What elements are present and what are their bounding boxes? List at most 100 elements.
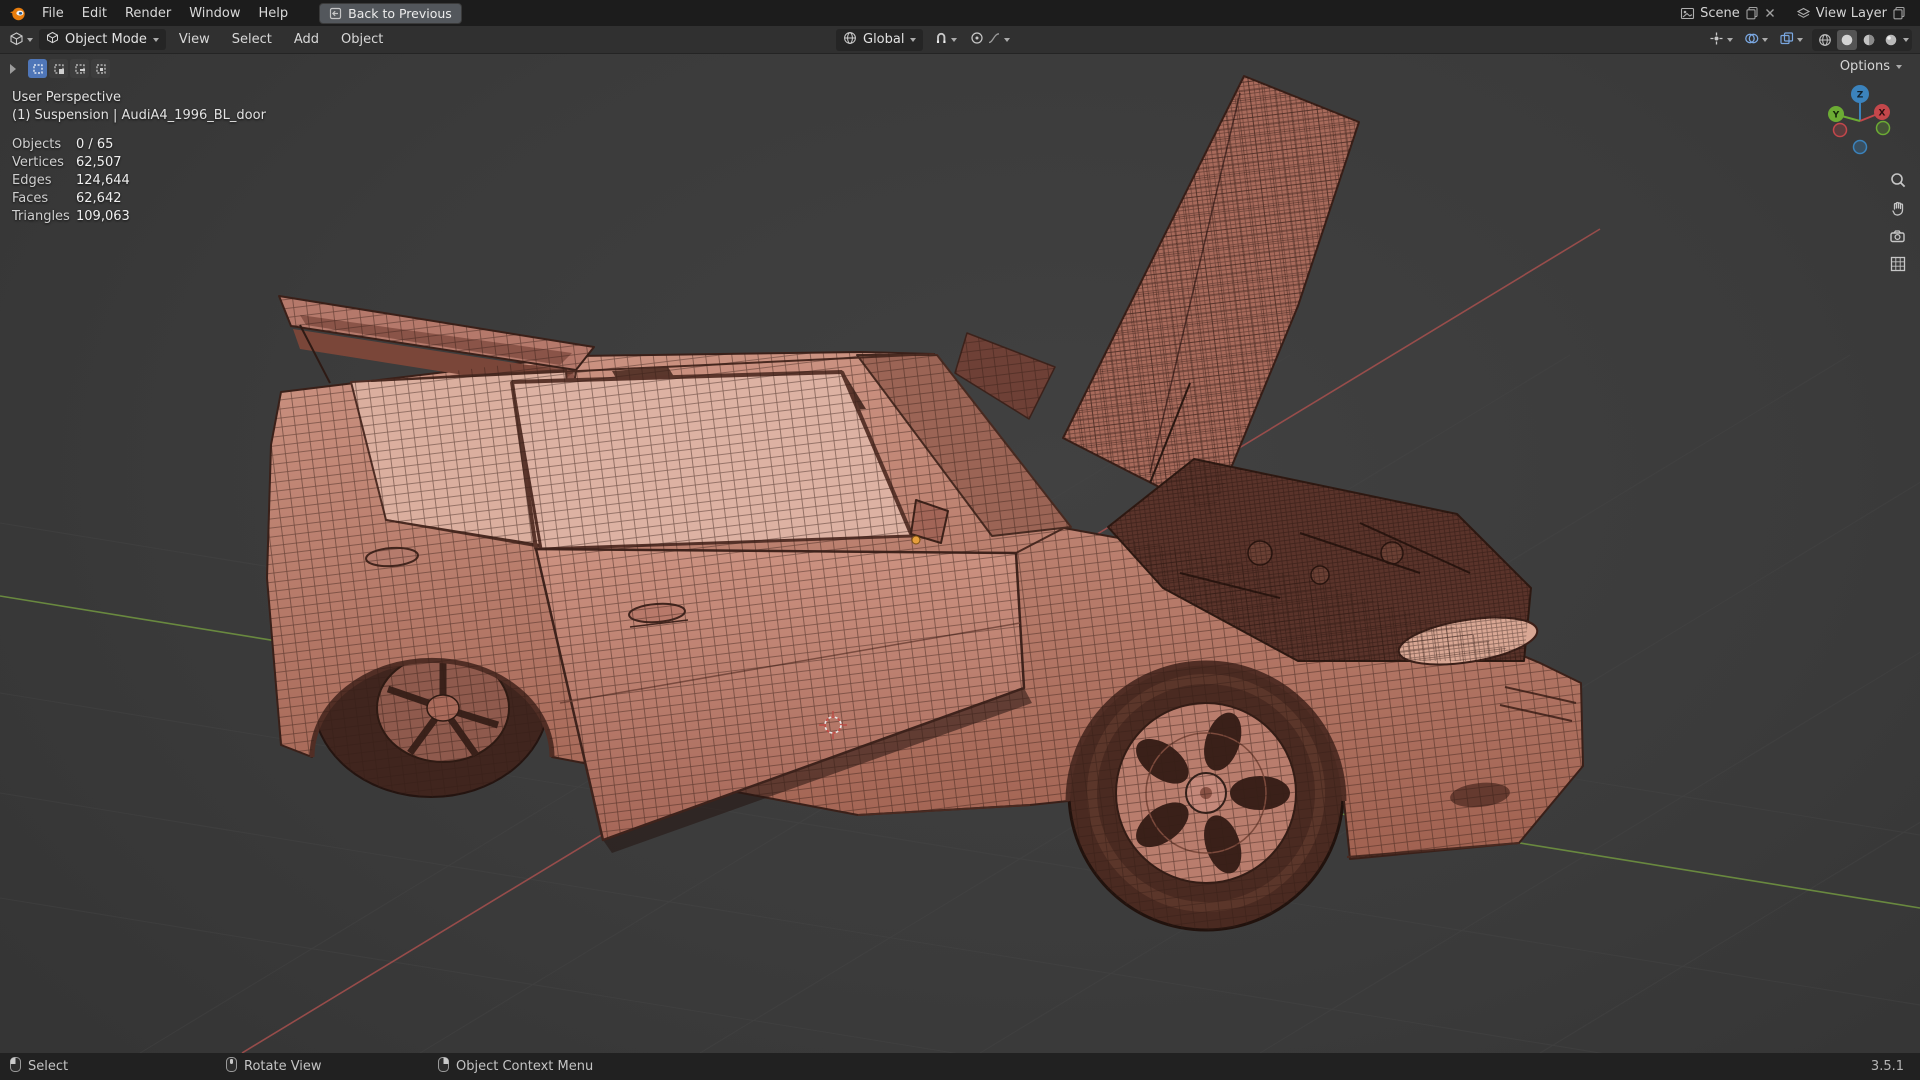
view-layer-selector[interactable]: View Layer — [1796, 6, 1906, 21]
back-window-icon — [329, 7, 342, 20]
mouse-right-icon — [438, 1057, 449, 1076]
statusbar: Select Rotate View Object Context Menu 3… — [0, 1053, 1920, 1080]
stat-triangles: Triangles 109,063 — [12, 209, 130, 224]
stat-objects: Objects 0 / 65 — [12, 137, 114, 152]
camera-view-icon[interactable] — [1889, 227, 1907, 245]
scene-statistics: Objects 0 / 65 Vertices 62,507 Edges 124,64… — [12, 136, 266, 226]
header-center: Global — [836, 26, 1012, 53]
menu-add[interactable]: Add — [285, 32, 328, 47]
proportional-circle-icon — [970, 31, 984, 48]
tool-settings-row — [10, 59, 110, 78]
stat-vertices: Vertices 62,507 — [12, 155, 122, 170]
shading-solid-button[interactable] — [1837, 29, 1857, 50]
show-overlays-dropdown[interactable] — [1742, 30, 1770, 50]
gizmo-axis-y-negative — [1875, 120, 1891, 136]
zoom-tool-icon[interactable] — [1889, 171, 1907, 189]
xray-icon — [1779, 31, 1794, 49]
shading-material-button[interactable] — [1859, 30, 1879, 50]
back-to-previous-button[interactable]: Back to Previous — [319, 2, 462, 24]
chevron-down-icon — [27, 37, 33, 42]
snapping-dropdown[interactable] — [932, 30, 959, 49]
view-layer-name: View Layer — [1815, 5, 1887, 21]
menu-help[interactable]: Help — [250, 0, 298, 26]
header-right — [1707, 26, 1912, 53]
chevron-down-icon — [910, 37, 917, 42]
tool-settings-expand-icon[interactable] — [10, 63, 16, 74]
header-left: Object Mode View Select Add Object — [0, 29, 392, 50]
editor-3d-viewport-icon — [9, 31, 24, 49]
chevron-down-icon — [1727, 37, 1733, 42]
viewport-3d[interactable]: Options User Perspective (1) Suspension … — [0, 53, 1920, 1053]
gizmo-icon — [1709, 31, 1724, 49]
gizmo-axis-z-negative — [1852, 139, 1868, 155]
view-perspective-label: User Perspective — [12, 90, 122, 105]
chevron-down-icon — [152, 37, 159, 42]
new-view-layer-icon[interactable] — [1892, 6, 1906, 20]
xray-toggle[interactable] — [1777, 30, 1805, 50]
select-intersect-button[interactable] — [91, 59, 110, 78]
falloff-curve-icon — [987, 31, 1001, 48]
pan-hand-icon[interactable] — [1889, 199, 1907, 217]
overlays-icon — [1744, 31, 1759, 49]
chevron-down-icon — [1004, 37, 1011, 42]
select-mode-toggles — [28, 59, 110, 78]
proportional-editing-dropdown[interactable] — [968, 30, 1012, 49]
chevron-down-icon — [1762, 37, 1768, 42]
show-gizmos-dropdown[interactable] — [1707, 30, 1735, 50]
car-model[interactable] — [0, 53, 1920, 1053]
globe-icon — [843, 31, 857, 49]
mode-dropdown[interactable]: Object Mode — [39, 29, 166, 50]
new-scene-icon[interactable] — [1745, 6, 1759, 20]
menu-window[interactable]: Window — [180, 0, 249, 26]
menu-edit[interactable]: Edit — [73, 0, 116, 26]
menu-file[interactable]: File — [33, 0, 73, 26]
orientation-label: Global — [863, 32, 905, 47]
unlink-scene-icon[interactable] — [1764, 7, 1776, 19]
menu-view[interactable]: View — [170, 32, 219, 47]
blender-version: 3.5.1 — [1870, 1059, 1904, 1074]
select-extend-button[interactable] — [49, 59, 68, 78]
back-to-previous-label: Back to Previous — [348, 5, 452, 21]
menu-object[interactable]: Object — [332, 32, 392, 47]
viewport-header: Object Mode View Select Add Object Globa… — [0, 26, 1920, 53]
wireframe-overlay — [267, 76, 1583, 930]
blender-window: File Edit Render Window Help Back to Pre… — [0, 0, 1920, 1080]
scene-name: Scene — [1700, 5, 1740, 21]
gizmo-axis-x-negative — [1832, 122, 1848, 138]
scene-icon — [1680, 6, 1695, 21]
stat-faces: Faces 62,642 — [12, 191, 122, 206]
shading-wireframe-button[interactable] — [1815, 30, 1835, 50]
viewport-side-tools — [1889, 171, 1907, 273]
scene-canvas[interactable] — [0, 53, 1920, 1053]
toggle-orthographic-icon[interactable] — [1889, 255, 1907, 273]
view-layer-icon — [1796, 6, 1811, 21]
blender-logo-icon[interactable] — [0, 5, 33, 22]
svg-text:Z: Z — [1857, 91, 1864, 101]
topbar: File Edit Render Window Help Back to Pre… — [0, 0, 1920, 26]
select-subtract-button[interactable] — [70, 59, 89, 78]
menu-select[interactable]: Select — [223, 32, 281, 47]
magnet-icon — [934, 31, 948, 48]
mode-label: Object Mode — [65, 32, 147, 47]
svg-text:X: X — [1879, 109, 1886, 119]
transform-orientation-dropdown[interactable]: Global — [836, 28, 924, 51]
viewport-info-overlay: User Perspective (1) Suspension | AudiA4… — [12, 89, 266, 226]
shading-rendered-button[interactable] — [1881, 30, 1901, 50]
hint-context-menu: Object Context Menu — [438, 1053, 593, 1080]
select-set-button[interactable] — [28, 59, 47, 78]
options-label: Options — [1839, 59, 1890, 74]
scene-selector[interactable]: Scene — [1680, 6, 1776, 21]
navigation-gizmo[interactable]: Z X Y — [1820, 81, 1900, 165]
viewport-shading-group — [1812, 28, 1912, 51]
mouse-left-icon — [10, 1057, 21, 1076]
menu-render[interactable]: Render — [116, 0, 180, 26]
chevron-down-icon — [951, 37, 958, 42]
chevron-down-icon — [1896, 64, 1902, 69]
viewport-options-button[interactable]: Options — [1834, 58, 1908, 75]
editor-type-button[interactable] — [7, 30, 35, 50]
object-mode-icon — [46, 31, 59, 48]
active-collection-label: (1) Suspension | AudiA4_1996_BL_door — [12, 108, 266, 123]
svg-text:Y: Y — [1832, 111, 1840, 121]
object-origin-dot — [911, 535, 921, 545]
topbar-right: Scene View Layer — [1666, 6, 1920, 21]
